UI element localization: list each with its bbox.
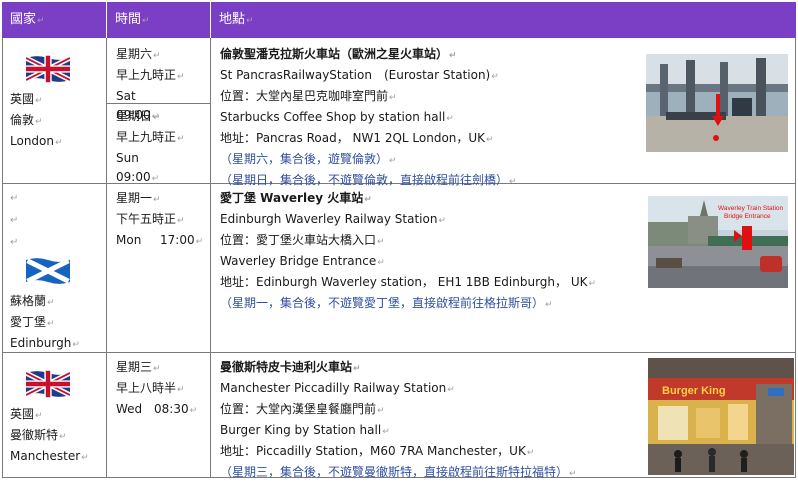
city-name-cn: 愛丁堡↵ [10,315,55,329]
station-address: 地址：Pancras Road， NW1 2QL London，UK↵ [220,131,494,145]
saltire-flag-icon [26,258,70,284]
photo-caption: Bridge Entrance [724,213,771,220]
country-cell-london: 英國↵ 倫敦↵ London↵ [10,54,102,153]
station-info-manchester: 曼徹斯特皮卡迪利火車站↵ Manchester Piccadilly Railw… [220,358,650,484]
station-address: 地址：Edinburgh Waverley station， EH1 1BB E… [220,275,597,289]
station-info-edinburgh: 愛丁堡 Waverley 火車站↵ Edinburgh Waverley Rai… [220,189,650,315]
city-name-cn: 倫敦↵ [10,113,43,127]
meeting-position-cn: 位置：大堂內星巴克咖啡室門前↵ [220,89,397,103]
station-title: 倫敦聖潘克拉斯火車站（歐洲之星火車站）↵ [220,47,457,61]
country-name-cn: 英國↵ [10,92,43,106]
station-address: 地址：Piccadilly Station，M60 7RA Manchester… [220,444,535,458]
city-name-en: Edinburgh↵ [10,336,80,350]
meeting-position-en: Waverley Bridge Entrance↵ [220,254,385,268]
header-place: 地點↵ [211,2,796,38]
itinerary-note: （星期一，集合後，不遊覽愛丁堡，直接啟程前往格拉斯哥）↵ [220,296,553,310]
station-info-london: 倫敦聖潘克拉斯火車站（歐洲之星火車站）↵ St PancrasRailwaySt… [220,45,640,192]
city-name-en: London↵ [10,134,63,148]
station-title: 曼徹斯特皮卡迪利火車站↵ [220,360,361,374]
header-time: 時間↵ [107,2,210,38]
grid-line [2,352,796,353]
meeting-position-cn: 位置：大堂內漢堡皇餐廳門前↵ [220,402,385,416]
station-photo-edinburgh: Waverley Train Station Bridge Entrance [648,196,788,288]
country-cell-edinburgh: ↵ ↵ ↵ 蘇格蘭↵ 愛丁堡↵ Edinburgh↵ [10,188,102,355]
photo-sign-text: Burger King [662,385,726,397]
country-cell-manchester: 英國↵ 曼徹斯特↵ Manchester↵ [10,369,102,468]
union-jack-flag-icon [26,370,70,398]
station-name-en: Edinburgh Waverley Railway Station↵ [220,212,447,226]
grid-line [795,38,796,478]
time-slot-wed: 星期三↵ 早上八時半↵ Wed 08:30↵ [116,360,198,416]
meeting-position-en: Starbucks Coffee Shop by station hall↵ [220,110,454,124]
photo-caption: Waverley Train Station [718,205,784,212]
itinerary-table: 國家↵ 時間↵ 地點↵ 英國↵ 倫敦↵ London↵ 星期六↵ 早上九時正↵ … [2,2,796,479]
city-name-en: Manchester↵ [10,449,89,463]
itinerary-note: （星期六，集合後，遊覽倫敦）↵ [220,152,397,166]
grid-line [210,38,211,478]
station-photo-manchester: Burger King [648,358,794,475]
city-name-cn: 曼徹斯特↵ [10,428,67,442]
union-jack-flag-icon [26,55,70,83]
country-name-cn: 英國↵ [10,407,43,421]
station-title: 愛丁堡 Waverley 火車站↵ [220,191,372,205]
station-photo-london [646,54,788,152]
station-name-en: St PancrasRailwayStation (Eurostar Stati… [220,68,499,82]
meeting-position-en: Burger King by Station hall↵ [220,423,390,437]
country-name-cn: 蘇格蘭↵ [10,294,55,308]
time-slot-mon: 星期一↵ 下午五時正↵ Mon 17:00↵ [116,191,204,247]
header-country: 國家↵ [2,2,106,38]
meeting-position-cn: 位置：愛丁堡火車站大橋入口↵ [220,233,385,247]
grid-line [106,38,107,478]
station-name-en: Manchester Piccadilly Railway Station↵ [220,381,455,395]
time-slot-sun: 星期日↵ 早上九時正↵ Sun09:00↵ [116,109,185,184]
grid-line [2,38,3,478]
